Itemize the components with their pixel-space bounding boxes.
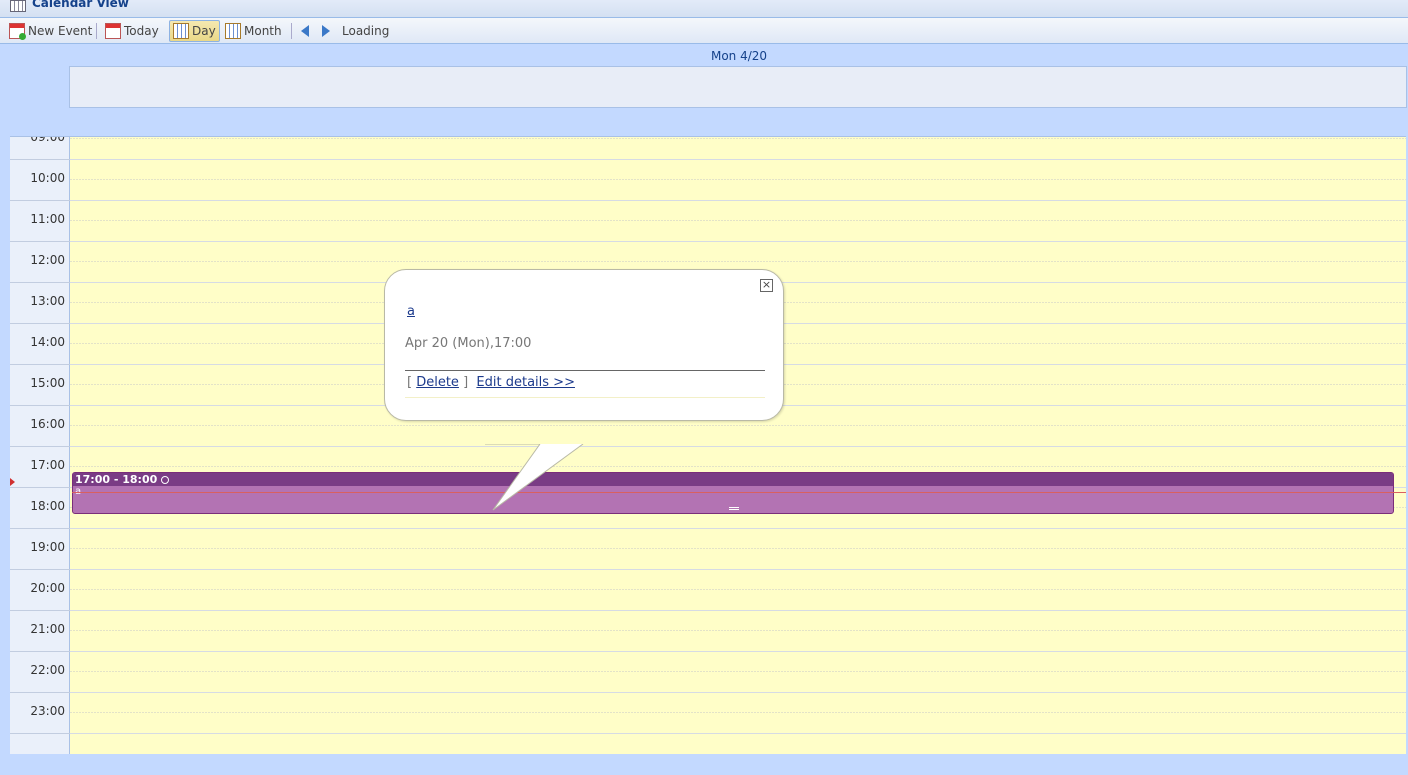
new-event-icon	[9, 23, 26, 40]
time-column: 09:00 10:00 11:00 12:00 13:00 14:00 15:00 16:00…	[10, 137, 70, 754]
bottom-bar	[10, 754, 1408, 775]
hour-label: 15:00	[30, 376, 65, 390]
half-hour-line	[70, 712, 1406, 713]
toolbar-separator	[291, 23, 292, 39]
half-hour-line	[70, 589, 1406, 590]
half-hour-line	[70, 466, 1406, 467]
time-divider	[10, 159, 70, 160]
half-hour-line	[70, 425, 1406, 426]
popup-divider-bottom	[405, 397, 765, 398]
resize-handle[interactable]	[729, 507, 739, 510]
time-divider	[10, 364, 70, 365]
day-header: Mon 4/20	[710, 49, 768, 63]
hour-line	[70, 651, 1406, 652]
hour-label: 09:00	[30, 136, 65, 144]
close-icon[interactable]: ×	[760, 279, 773, 292]
bracket-open: [	[407, 375, 413, 390]
hour-label: 14:00	[30, 335, 65, 349]
hour-line	[70, 200, 1406, 201]
hour-line	[70, 692, 1406, 693]
hour-label: 12:00	[30, 253, 65, 267]
hour-label: 16:00	[30, 417, 65, 431]
month-grid-icon	[225, 23, 241, 39]
hour-label: 21:00	[30, 622, 65, 636]
half-hour-line	[70, 630, 1406, 631]
time-divider	[10, 200, 70, 201]
event-header: 17:00 - 18:00	[73, 473, 1393, 486]
time-divider	[10, 569, 70, 570]
toolbar-separator	[96, 23, 97, 39]
hour-line	[70, 241, 1406, 242]
hour-label: 23:00	[30, 704, 65, 718]
time-divider	[10, 282, 70, 283]
calendar-event[interactable]: 17:00 - 18:00 a	[72, 472, 1394, 514]
hour-line	[70, 446, 1406, 447]
time-divider	[10, 446, 70, 447]
half-hour-line	[70, 261, 1406, 262]
hour-label: 20:00	[30, 581, 65, 595]
month-label: Month	[244, 24, 282, 38]
today-label: Today	[124, 24, 159, 38]
time-divider	[10, 405, 70, 406]
time-divider	[10, 733, 70, 734]
time-divider	[10, 610, 70, 611]
event-time: 17:00 - 18:00	[75, 473, 158, 486]
loading-status: Loading	[342, 24, 390, 38]
hour-line	[70, 733, 1406, 734]
popup-datetime: Apr 20 (Mon),17:00	[405, 336, 532, 351]
new-event-button[interactable]: New Event	[6, 20, 95, 42]
delete-link[interactable]: Delete	[416, 375, 459, 390]
toolbar: New Event Today Day Month Loading	[0, 18, 1408, 44]
time-grid[interactable]: 09:00 10:00 11:00 12:00 13:00 14:00 15:00 16:00…	[10, 136, 1406, 754]
bracket-close: ]	[463, 375, 469, 390]
alarm-icon	[161, 475, 170, 484]
time-divider	[10, 241, 70, 242]
time-divider	[10, 692, 70, 693]
half-hour-line	[70, 138, 1406, 139]
popup-subject-link[interactable]: a	[407, 304, 415, 319]
current-time-marker-icon	[10, 478, 15, 486]
half-hour-line	[70, 671, 1406, 672]
hour-label: 10:00	[30, 171, 65, 185]
half-hour-line	[70, 220, 1406, 221]
day-view-button[interactable]: Day	[169, 20, 220, 42]
time-divider	[10, 528, 70, 529]
edit-details-link[interactable]: Edit details >>	[476, 375, 575, 390]
hour-label: 22:00	[30, 663, 65, 677]
time-divider	[10, 487, 70, 488]
today-icon	[105, 23, 121, 39]
month-view-button[interactable]: Month	[222, 20, 285, 42]
hour-label: 13:00	[30, 294, 65, 308]
hour-label: 11:00	[30, 212, 65, 226]
hour-line	[70, 528, 1406, 529]
next-arrow-icon[interactable]	[322, 25, 330, 37]
hour-label: 19:00	[30, 540, 65, 554]
hour-line	[70, 159, 1406, 160]
time-divider	[10, 323, 70, 324]
hour-label: 17:00	[30, 458, 65, 472]
day-label: Day	[192, 24, 216, 38]
event-popup: × a Apr 20 (Mon),17:00 [ Delete ] Edit d…	[384, 269, 784, 421]
hour-line	[70, 569, 1406, 570]
popup-actions: [ Delete ] Edit details >>	[407, 375, 575, 390]
window-titlebar: Calendar View	[0, 0, 1408, 18]
half-hour-line	[70, 548, 1406, 549]
time-divider	[10, 651, 70, 652]
hour-line	[70, 610, 1406, 611]
popup-pointer	[485, 444, 584, 511]
new-event-label: New Event	[28, 24, 93, 38]
popup-divider	[405, 370, 765, 371]
current-time-line	[72, 492, 1406, 493]
hour-label: 18:00	[30, 499, 65, 513]
today-button[interactable]: Today	[102, 20, 162, 42]
all-day-area[interactable]	[69, 66, 1407, 108]
half-hour-line	[70, 179, 1406, 180]
window-title: Calendar View	[32, 0, 129, 10]
day-grid-icon	[173, 23, 189, 39]
calendar-icon	[10, 0, 26, 12]
previous-arrow-icon[interactable]	[301, 25, 309, 37]
